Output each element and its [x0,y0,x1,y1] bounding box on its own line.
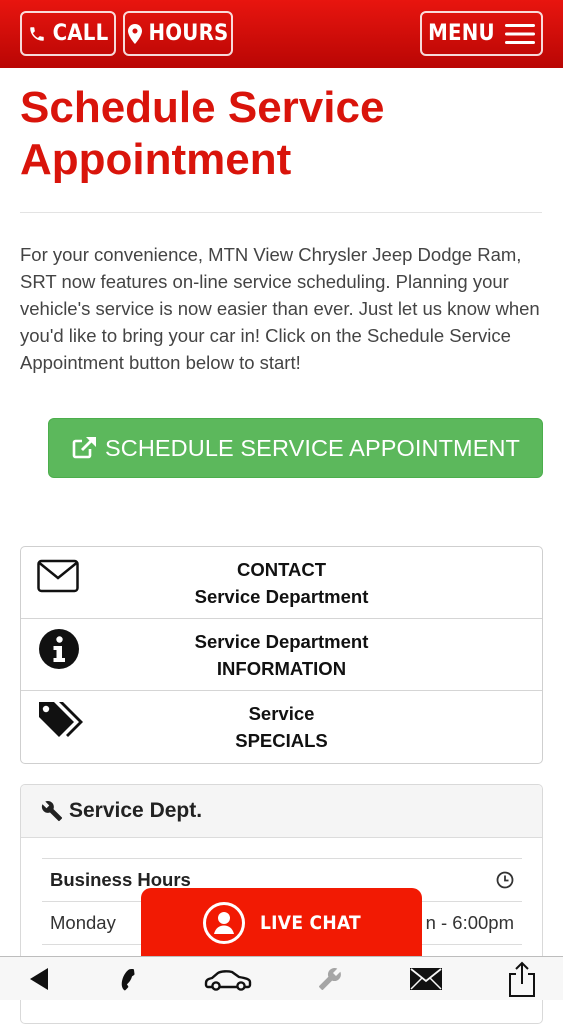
live-chat-label: LIVE CHAT [259,912,362,934]
link-service-information[interactable]: Service Department INFORMATION [21,619,542,691]
phone-icon [29,26,44,41]
map-marker-icon [127,23,142,44]
link-info-line2: INFORMATION [216,657,347,679]
link-specials-line1: Service [248,703,315,724]
back-arrow-icon [30,967,48,990]
menu-label: MENU [428,21,495,46]
title-divider [20,212,542,213]
clock-icon [496,871,514,889]
page-title-line2: Appointment [20,135,292,184]
link-contact-service[interactable]: CONTACT Service Department [21,547,542,619]
mail-icon [410,967,442,990]
envelope-icon [37,559,79,600]
toolbar-inventory-button[interactable] [200,957,256,1000]
schedule-service-button[interactable]: SCHEDULE SERVICE APPOINTMENT [48,418,543,478]
top-header: CALL HOURS MENU [0,0,563,68]
hours-time: n - 6:00pm [425,912,514,933]
page-title: Schedule Service Appointment [20,82,540,186]
bottom-toolbar [0,956,563,1000]
hours-day: Monday [50,912,116,933]
tags-icon [37,700,85,747]
hamburger-icon [504,23,535,44]
info-circle-icon [38,628,80,677]
toolbar-phone-button[interactable] [110,957,144,1000]
call-button[interactable]: CALL [20,11,116,56]
link-contact-line2: Service Department [194,585,369,607]
service-dept-header: Service Dept. [21,785,542,838]
hours-button[interactable]: HOURS [123,11,233,56]
external-link-icon [72,437,96,459]
link-specials-line2: SPECIALS [235,730,328,751]
schedule-service-label: SCHEDULE SERVICE APPOINTMENT [104,434,520,461]
toolbar-service-button[interactable] [313,957,347,1000]
service-dept-title: Service Dept. [69,799,203,822]
toolbar-share-button[interactable] [505,957,539,1000]
link-info-line1: Service Department [194,630,369,652]
phone-icon [121,968,135,990]
call-label: CALL [52,21,109,46]
toolbar-mail-button[interactable] [406,957,446,1000]
service-links-list: CONTACT Service Department Service Depar… [20,546,543,764]
live-chat-button[interactable]: LIVE CHAT [141,888,422,958]
share-icon [509,961,535,997]
car-icon [204,969,252,991]
user-avatar-icon [202,902,245,944]
wrench-icon [41,801,63,822]
menu-button[interactable]: MENU [420,11,543,56]
wrench-icon [319,967,341,990]
link-contact-line1: CONTACT [236,558,327,580]
intro-paragraph: For your convenience, MTN View Chrysler … [20,244,540,373]
hours-label: HOURS [148,21,229,46]
link-service-specials[interactable]: Service SPECIALS [21,691,542,763]
back-button[interactable] [22,957,56,1000]
page-title-line1: Schedule Service [20,83,385,132]
